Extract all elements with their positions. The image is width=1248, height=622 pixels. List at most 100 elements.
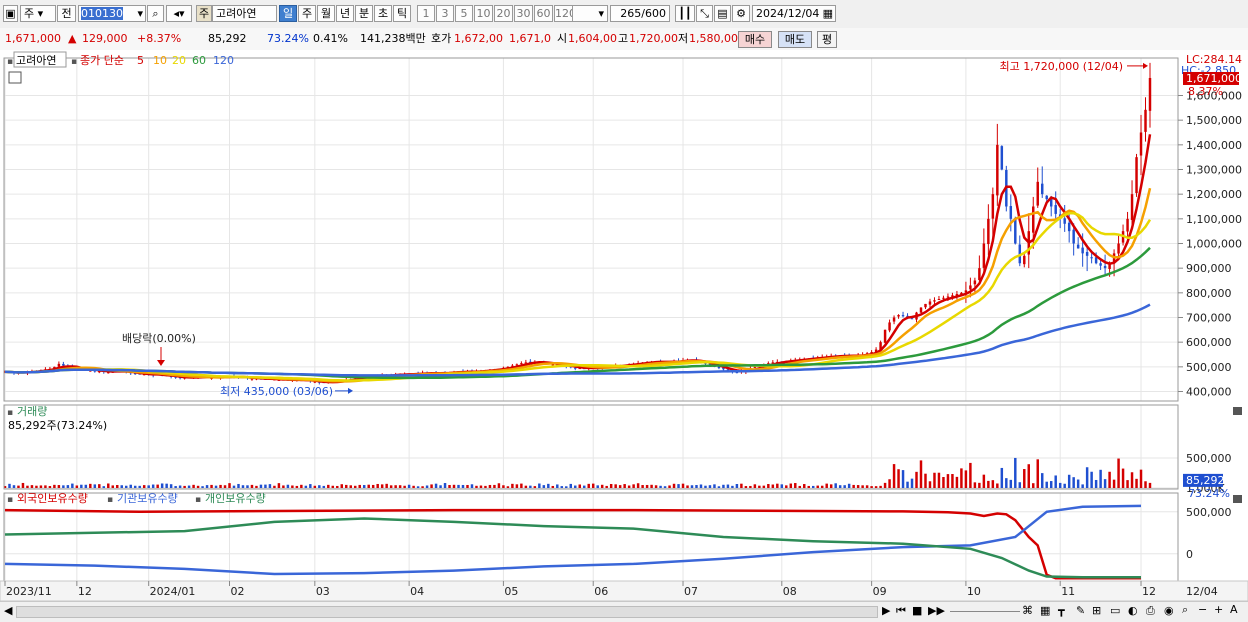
volume-bar xyxy=(1148,482,1152,488)
candle-body xyxy=(1032,206,1035,233)
volume-bar xyxy=(672,483,676,488)
volume-bar xyxy=(318,485,321,488)
volume-bar xyxy=(776,483,779,488)
volume-bar xyxy=(587,483,590,488)
volume-bar xyxy=(277,483,281,488)
volume-bar xyxy=(654,485,658,488)
volume-bar xyxy=(475,485,478,488)
volume-bar xyxy=(17,485,20,488)
stock-code-input[interactable]: 010130 ▾ xyxy=(78,5,146,22)
tools-icon[interactable]: ✎ xyxy=(1076,604,1085,617)
y-tick-label: 1,000,000 xyxy=(1186,238,1242,251)
volume-bar xyxy=(484,485,487,488)
x-tick-label: 12 xyxy=(1142,585,1156,598)
font-size-icon[interactable]: A xyxy=(1230,603,1238,616)
candle-body xyxy=(924,303,927,308)
ruler-icon[interactable]: ┳ xyxy=(1058,604,1065,617)
average-button[interactable]: 평 xyxy=(817,31,837,48)
sell-button[interactable]: 매도 xyxy=(778,31,812,48)
interval-tab[interactable]: 1 xyxy=(417,5,435,22)
volume-ratio: 73.24% xyxy=(267,32,309,45)
prefix-button[interactable]: 전 xyxy=(57,5,76,22)
layout-icon[interactable]: ▣ xyxy=(3,5,18,22)
period-tab[interactable]: 월 xyxy=(317,5,335,22)
volume-bar xyxy=(380,484,384,488)
period-tab[interactable]: 초 xyxy=(374,5,392,22)
zoom-icon[interactable]: ⌕ xyxy=(1182,603,1188,617)
interval-tab[interactable]: 20 xyxy=(494,5,513,22)
interval-tab[interactable]: 10 xyxy=(474,5,493,22)
scroll-bar[interactable]: ◀ ▶ ⏮ ■ ▶▶ ⌘ ▦ ┳ ✎ ⊞ ▭ ◐ ⎙ ◉ ⌕ − + A xyxy=(0,601,1248,622)
volume-bar xyxy=(201,486,204,488)
volume-bar xyxy=(98,484,101,488)
volume-bar xyxy=(524,485,528,488)
interval-tab[interactable]: 60 xyxy=(534,5,553,22)
stop-icon[interactable]: ■ xyxy=(912,604,922,617)
scroll-right-icon[interactable]: ▶ xyxy=(882,604,890,617)
period-tab[interactable]: 일 xyxy=(279,5,297,22)
scroll-left-icon[interactable]: ◀ xyxy=(4,604,12,617)
play-icon[interactable]: ▶▶ xyxy=(928,604,945,617)
legend-ma-period: 5 xyxy=(137,54,144,67)
zoom-out-icon[interactable]: − xyxy=(1198,603,1207,616)
volume-bar xyxy=(371,484,375,488)
gear-icon[interactable]: ⚙ xyxy=(732,5,750,22)
scale-icon[interactable]: ⊞ xyxy=(1092,604,1101,617)
volume-bar xyxy=(749,485,752,488)
save-icon[interactable]: ▤ xyxy=(714,5,731,22)
volume-bar xyxy=(250,484,254,488)
camera-icon[interactable]: ◉ xyxy=(1164,604,1174,617)
stock-name: 고려아연 xyxy=(212,5,277,22)
volume-bar xyxy=(358,484,361,488)
volume-bar xyxy=(1014,457,1017,488)
draw-tool-icon[interactable]: ⤡ xyxy=(696,5,713,22)
interval-tab[interactable]: 30 xyxy=(514,5,533,22)
palette-icon[interactable]: ◐ xyxy=(1128,604,1138,617)
volume-bar xyxy=(978,482,981,488)
count-input[interactable]: 265/600 xyxy=(610,5,670,22)
candle-body xyxy=(883,329,887,343)
rewind-icon[interactable]: ⏮ xyxy=(896,604,906,618)
scroll-track[interactable] xyxy=(16,606,878,618)
link-icon[interactable]: ⌘ xyxy=(1022,604,1033,617)
date-input[interactable]: 2024/12/04 ▦ xyxy=(752,5,836,22)
interval-tab[interactable]: 5 xyxy=(455,5,473,22)
period-tab[interactable]: 주 xyxy=(298,5,316,22)
search-icon[interactable]: ⌕ xyxy=(147,5,164,22)
buy-button[interactable]: 매수 xyxy=(738,31,772,48)
period-tab[interactable]: 년 xyxy=(336,5,354,22)
volume-bar xyxy=(812,485,815,488)
volume-bar xyxy=(991,480,995,488)
volume-bar xyxy=(255,485,258,488)
volume-bar xyxy=(35,485,38,488)
volume-bar xyxy=(151,484,155,488)
volume-bar xyxy=(282,485,285,488)
interval-dropdown[interactable]: ▾ xyxy=(572,5,608,22)
period-tab[interactable]: 분 xyxy=(355,5,373,22)
zoom-in-icon[interactable]: + xyxy=(1214,603,1223,616)
candle-body xyxy=(1139,132,1143,156)
volume-value-text: 85,292주(73.24%) xyxy=(8,419,107,432)
print-icon[interactable]: ⎙ xyxy=(1146,604,1155,618)
candle-body xyxy=(901,315,905,317)
candle-body xyxy=(1054,205,1057,214)
interval-tab[interactable]: 3 xyxy=(436,5,454,22)
candle-type-icon[interactable]: ┃┃ xyxy=(675,5,695,22)
volume-bar xyxy=(556,484,559,488)
period-tab[interactable]: 틱 xyxy=(393,5,411,22)
volume-bar xyxy=(1081,484,1084,488)
x-tick-label: 12 xyxy=(78,585,92,598)
market-select[interactable]: 주 ▾ xyxy=(20,5,56,22)
candle-body xyxy=(1130,194,1134,220)
volume-bar xyxy=(219,484,222,488)
volume-bar xyxy=(116,485,119,488)
zoom-slider[interactable] xyxy=(950,611,1020,612)
grid-icon[interactable]: ▦ xyxy=(1040,604,1050,617)
volume-bar xyxy=(600,484,604,488)
volume-bar xyxy=(169,484,173,488)
volume-bar xyxy=(861,485,864,488)
volume-bar xyxy=(1054,475,1057,488)
speaker-icon[interactable]: ◂▾ xyxy=(166,5,192,22)
volume-bar xyxy=(798,485,801,488)
window-icon[interactable]: ▭ xyxy=(1110,604,1120,617)
